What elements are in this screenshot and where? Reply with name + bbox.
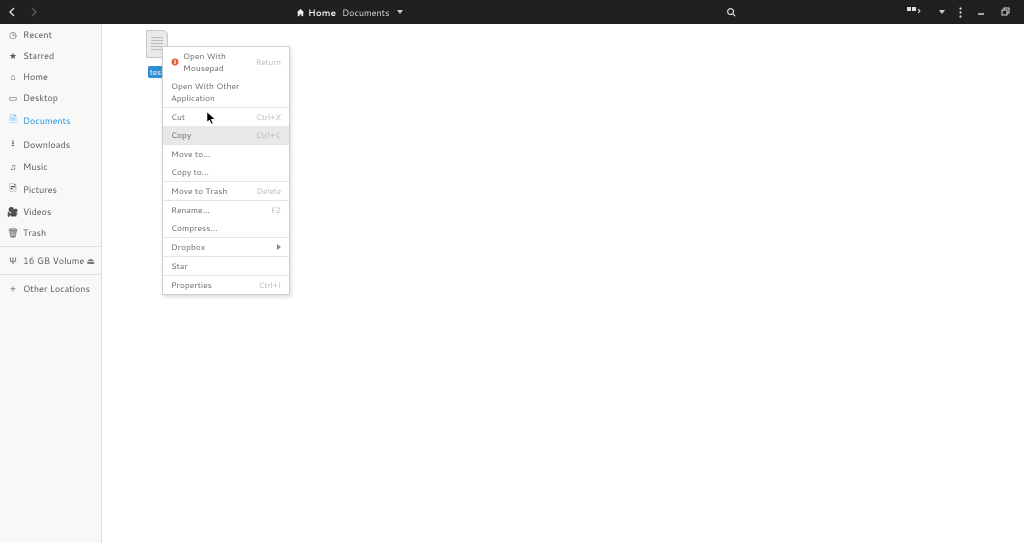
mousepad-icon [171, 58, 179, 66]
sidebar-item-documents[interactable]: 🗎Documents [0, 108, 101, 132]
menu-cut[interactable]: CutCtrl+X [163, 108, 289, 126]
chevron-right-icon [277, 244, 281, 250]
menu-star[interactable]: Star [163, 257, 289, 275]
trash-icon: 🗑 [8, 226, 18, 239]
breadcrumb-home[interactable]: Home [296, 6, 336, 19]
download-icon: ⭳ [8, 136, 18, 152]
back-button[interactable] [8, 7, 18, 17]
menu-rename[interactable]: Rename…F2 [163, 201, 289, 219]
sidebar-item-home[interactable]: ⌂Home [0, 66, 101, 87]
sidebar-item-trash[interactable]: 🗑Trash [0, 222, 101, 243]
music-icon: ♫ [8, 160, 18, 173]
menu-move-to[interactable]: Move to… [163, 145, 289, 163]
document-icon: 🗎 [8, 112, 18, 128]
eject-icon[interactable]: ⏏ [86, 254, 95, 267]
menu-dropbox[interactable]: Dropbox [163, 238, 289, 256]
sidebar-item-videos[interactable]: 🎥Videos [0, 201, 101, 222]
sidebar-item-desktop[interactable]: ▭Desktop [0, 87, 101, 108]
search-button[interactable] [726, 7, 737, 18]
breadcrumb: Home Documents [296, 6, 403, 19]
home-icon: ⌂ [8, 70, 18, 83]
context-menu: Open With Mousepad Return Open With Othe… [162, 46, 290, 295]
sidebar: ◷Recent ★Starred ⌂Home ▭Desktop 🗎Documen… [0, 24, 102, 543]
clock-icon: ◷ [8, 28, 18, 41]
view-toggle-button[interactable] [907, 7, 921, 17]
plus-icon: + [8, 282, 18, 295]
sidebar-item-volume[interactable]: Ψ16 GB Volume⏏ [0, 250, 101, 271]
video-icon: 🎥 [8, 205, 18, 218]
menu-copy-to[interactable]: Copy to… [163, 163, 289, 181]
menu-open-with-mousepad[interactable]: Open With Mousepad Return [163, 47, 289, 77]
chevron-down-icon[interactable] [935, 10, 945, 14]
breadcrumb-documents[interactable]: Documents [342, 6, 402, 19]
usb-icon: Ψ [8, 254, 18, 267]
minimize-button[interactable] [976, 7, 986, 17]
menu-compress[interactable]: Compress… [163, 219, 289, 237]
menu-properties[interactable]: PropertiesCtrl+I [163, 276, 289, 294]
menu-button[interactable] [959, 7, 962, 18]
menu-move-to-trash[interactable]: Move to TrashDelete [163, 182, 289, 200]
maximize-restore-button[interactable] [1000, 7, 1010, 17]
sidebar-item-pictures[interactable]: 🖻Pictures [0, 177, 101, 201]
breadcrumb-home-label: Home [308, 6, 336, 19]
forward-button[interactable] [28, 7, 38, 17]
breadcrumb-documents-label: Documents [342, 6, 389, 19]
sidebar-item-other-locations[interactable]: +Other Locations [0, 278, 101, 299]
menu-open-with-other[interactable]: Open With Other Application [163, 77, 289, 107]
menu-copy[interactable]: CopyCtrl+C [163, 126, 289, 144]
chevron-down-icon [397, 10, 403, 14]
picture-icon: 🖻 [8, 181, 18, 197]
star-icon: ★ [8, 49, 18, 62]
content-area[interactable]: test Open With Mousepad Return Open With… [102, 24, 1024, 543]
sidebar-item-music[interactable]: ♫Music [0, 156, 101, 177]
sidebar-item-recent[interactable]: ◷Recent [0, 24, 101, 45]
desktop-icon: ▭ [8, 91, 18, 104]
sidebar-item-downloads[interactable]: ⭳Downloads [0, 132, 101, 156]
sidebar-item-starred[interactable]: ★Starred [0, 45, 101, 66]
